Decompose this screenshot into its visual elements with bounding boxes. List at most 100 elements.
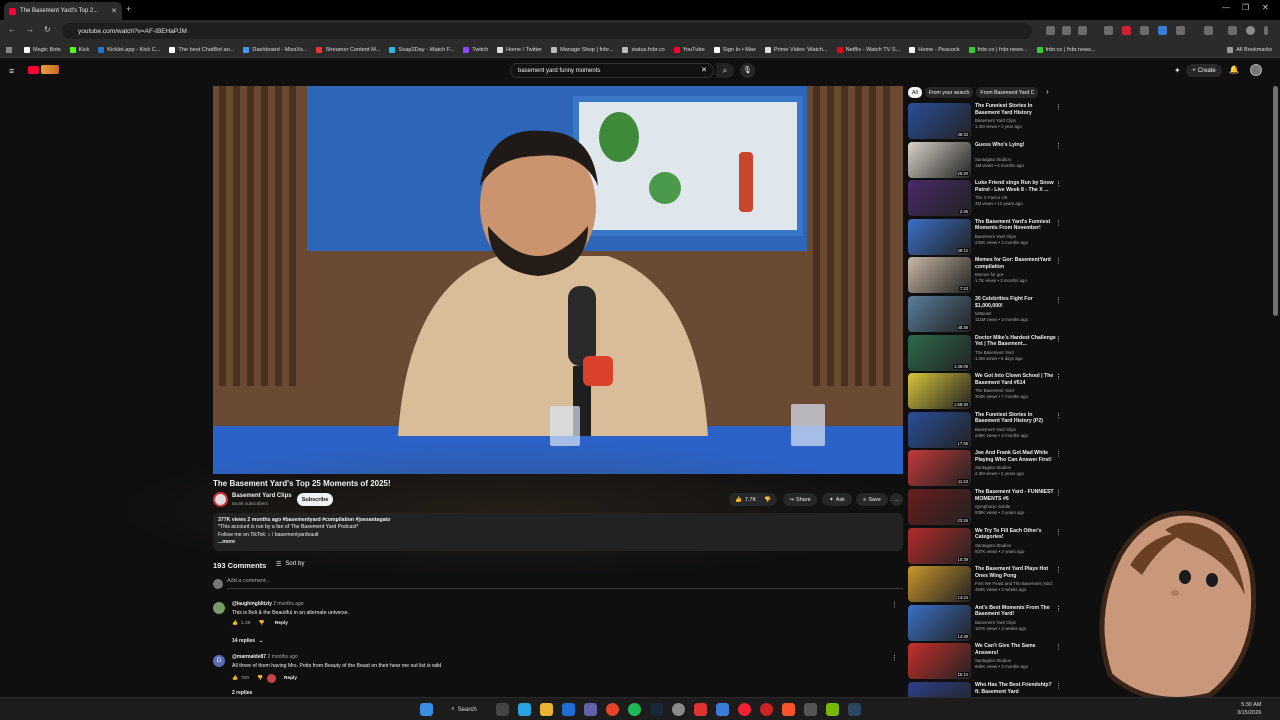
video-thumbnail[interactable]: 14:24 [908, 566, 971, 603]
minimize-icon[interactable]: — [1222, 3, 1230, 12]
bookmark-item[interactable]: Kicklet.app - Kick C... [98, 46, 160, 53]
thumbs-down-icon[interactable]: 👎 [259, 621, 265, 626]
recommended-video[interactable]: 38:33 The Funniest Stories In Basement Ya… [908, 103, 1063, 139]
thumbs-down-icon[interactable]: 👎 [764, 497, 771, 503]
channel-avatar[interactable] [213, 492, 228, 507]
recommended-title[interactable]: The Basement Yard's Funniest Moments Fro… [975, 219, 1057, 232]
youtube-logo-icon[interactable] [28, 66, 39, 74]
more-vertical-icon[interactable]: ⋮ [1055, 103, 1062, 111]
downloads-icon[interactable] [1204, 26, 1213, 35]
recommended-video[interactable]: 1:58:30 We Got Into Clown School | The Ba… [908, 373, 1063, 410]
recommended-title[interactable]: The Basement Yard Plays Hot Ones Wing Po… [975, 566, 1057, 579]
video-thumbnail[interactable]: 38:33 [908, 103, 971, 139]
comment-author[interactable]: @marmalde87 [232, 654, 266, 660]
like-count[interactable]: 7.7K [745, 497, 756, 503]
bookmark-item[interactable]: Home / Twitter [497, 46, 542, 53]
bookmark-item[interactable]: YouTube [673, 46, 705, 53]
more-vertical-icon[interactable]: ⋮ [1055, 605, 1062, 613]
bookmark-item[interactable]: Soap2Day - Watch F... [389, 46, 454, 53]
adblock-icon[interactable] [1122, 26, 1131, 35]
more-actions-button[interactable]: … [890, 493, 903, 506]
page-scrollbar[interactable] [1273, 86, 1278, 316]
app-icon[interactable] [738, 703, 751, 716]
bookmark-item[interactable]: Twitch [463, 46, 488, 53]
video-thumbnail[interactable]: 11:23 [908, 450, 971, 487]
recommended-title[interactable]: 30 Celebrities Fight For $1,000,000! [975, 296, 1057, 309]
channel-name[interactable]: Basement Yard Clips [232, 493, 292, 499]
comment-author[interactable]: @laughingblitzly [232, 601, 272, 607]
create-button[interactable]: + Create [1186, 64, 1222, 77]
file-explorer-icon[interactable] [540, 703, 553, 716]
show-more-link[interactable]: ...more [218, 539, 898, 546]
back-icon[interactable]: ← [8, 25, 16, 34]
task-view-icon[interactable] [496, 703, 509, 716]
more-vertical-icon[interactable]: ⋮ [1055, 373, 1062, 381]
bookmark-item[interactable]: Dashboard - MissXs... [243, 46, 307, 53]
video-thumbnail[interactable]: 26:20 [908, 141, 971, 178]
more-vertical-icon[interactable]: ⋮ [1055, 180, 1062, 188]
recommended-video[interactable]: 23:26 The Basement Yard - FUNNIEST MOMENT… [908, 489, 1063, 525]
start-windows-icon[interactable] [420, 703, 433, 716]
bookmark-item[interactable]: The best ChatBot an... [169, 46, 234, 53]
recommended-title[interactable]: Joe And Frank Get Mad While Playing Who … [975, 450, 1057, 463]
app-icon[interactable] [760, 703, 773, 716]
recommended-title[interactable]: The Basement Yard - FUNNIEST MOMENTS #6 [975, 489, 1057, 502]
recommended-video[interactable]: 7:23 Memes for Gor: BasementYard compilat… [908, 257, 1063, 294]
commenter-avatar[interactable]: D [213, 655, 225, 667]
video-description[interactable]: 377K views 2 months ago #basementyard #c… [213, 513, 903, 551]
bookmark-item[interactable]: fnbr.co | fnbr.news... [968, 46, 1028, 53]
thumbs-up-icon[interactable]: 👍 [232, 676, 238, 681]
brave-icon[interactable] [782, 703, 795, 716]
recommended-title[interactable]: We Try To Fill Each Other's Categories! [975, 528, 1057, 541]
recommended-title[interactable]: Guess Who's Lying! [975, 142, 1057, 149]
more-vertical-icon[interactable]: ⋮ [1055, 257, 1062, 265]
bookmark-item[interactable]: status.fnbr.co [622, 46, 665, 53]
new-tab-icon[interactable]: + [126, 4, 131, 14]
more-vertical-icon[interactable]: ⋮ [1055, 450, 1062, 458]
video-thumbnail[interactable]: 17:45 [908, 411, 971, 448]
more-vertical-icon[interactable]: ⋮ [1055, 296, 1062, 304]
recommended-video[interactable]: 15:14 We Can't Give The Same Answers! Sant… [908, 643, 1063, 680]
video-thumbnail[interactable]: 10:39 [908, 527, 971, 564]
more-vertical-icon[interactable]: ⋮ [1055, 643, 1062, 651]
replies-toggle[interactable]: 2 replies [232, 690, 252, 696]
reload-icon[interactable]: ↻ [44, 25, 51, 34]
extension-icon[interactable] [1104, 26, 1113, 35]
more-vertical-icon[interactable]: ⋮ [1055, 219, 1062, 227]
more-vertical-icon[interactable]: ⋮ [1055, 528, 1062, 536]
chip-all[interactable]: All [908, 87, 922, 98]
star-icon[interactable] [1078, 26, 1087, 35]
menu-dots-icon[interactable] [1264, 26, 1268, 35]
share-button[interactable]: ↪ Share [783, 493, 817, 506]
video-thumbnail[interactable]: 7:23 [908, 257, 971, 294]
app-icon[interactable] [804, 703, 817, 716]
sidebar-icon[interactable] [1228, 26, 1237, 35]
recommended-title[interactable]: Doctor Mike's Hardest Challenge Yet | Th… [975, 335, 1057, 348]
video-thumbnail[interactable]: 14:39 [908, 604, 971, 641]
close-window-icon[interactable]: ✕ [1262, 3, 1269, 12]
reply-button[interactable]: Reply [275, 621, 288, 626]
extension-icon[interactable] [1140, 26, 1149, 35]
thumbs-up-icon[interactable]: 👍 [735, 497, 742, 503]
bookmark-item[interactable]: Manage Shop | fnbr... [551, 46, 613, 53]
recommended-video[interactable]: 38:12 The Basement Yard's Funniest Moment… [908, 218, 1063, 255]
more-vertical-icon[interactable]: ⋮ [1055, 566, 1062, 574]
recommended-video[interactable]: 14:39 Ant's Best Moments From The Basemen… [908, 604, 1063, 641]
video-player[interactable] [213, 86, 903, 474]
bookmark-item[interactable]: Kick [69, 46, 89, 53]
thumbs-up-icon[interactable]: 👍 [232, 621, 238, 626]
teams-icon[interactable] [584, 703, 597, 716]
bookmark-item[interactable]: Sign In • Max [713, 46, 756, 53]
zoom-icon[interactable] [1062, 26, 1071, 35]
more-vertical-icon[interactable]: ⋮ [1055, 335, 1062, 343]
cast-icon[interactable]: ✦ [1174, 66, 1181, 75]
nvidia-icon[interactable] [826, 703, 839, 716]
recommended-title[interactable]: The Funniest Stories In Basement Yard Hi… [975, 412, 1057, 425]
comment-more-icon[interactable]: ⋮ [891, 654, 898, 662]
more-vertical-icon[interactable]: ⋮ [1055, 682, 1062, 690]
save-button[interactable]: ≡ Save [856, 493, 888, 506]
add-comment-input[interactable]: Add a comment... [227, 578, 903, 589]
recommended-title[interactable]: Memes for Gor: BasementYard compilation [975, 257, 1057, 270]
bookmark-item[interactable]: Streamer Content M... [316, 46, 380, 53]
bookmark-item[interactable]: Magic Bots [24, 46, 61, 53]
